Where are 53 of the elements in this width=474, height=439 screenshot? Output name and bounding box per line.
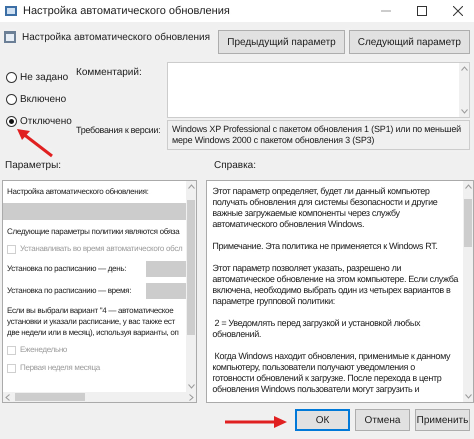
scroll-up-icon[interactable] bbox=[464, 184, 472, 189]
requirements-label: Требования к версии: bbox=[76, 124, 162, 137]
setting-title: Настройка автоматического обновления bbox=[22, 31, 212, 45]
scroll-up-icon[interactable] bbox=[188, 184, 195, 189]
parameter-text: Если вы выбрали вариант "4 — автоматическое установки и указали расписание, у вас также ест две недели или в месяц), используя варианты, оп bbox=[7, 305, 180, 338]
dropdown-field[interactable] bbox=[3, 203, 186, 220]
scrollbar-thumb[interactable] bbox=[15, 393, 85, 401]
help-paragraph: 2 = Уведомлять перед загрузкой и установкой любых обновлений. bbox=[212, 318, 422, 340]
scrollbar[interactable] bbox=[459, 63, 469, 117]
window-title: Настройка автоматического обновления bbox=[23, 4, 231, 19]
parameter-label: Установка по расписанию — день: bbox=[7, 263, 126, 275]
radio-option[interactable]: Не задано bbox=[6, 70, 76, 85]
help-paragraph: Этот параметр позволяет указать, разрешено ли автоматическое обновление на этом компьютере. Если служба включена, необходимо выбрать один из четырех вариантов в параметре групповой политики: bbox=[212, 263, 458, 307]
radio-icon[interactable] bbox=[6, 116, 17, 127]
scroll-right-icon[interactable] bbox=[189, 394, 194, 400]
help-paragraph: Этот параметр определяет, будет ли данный компьютер получать обновления для системы безопасности и другие важные загружаемые компоненты через службу автоматического обновления Windows. bbox=[212, 186, 438, 230]
radio-icon[interactable] bbox=[6, 94, 17, 105]
radio-icon[interactable] bbox=[6, 72, 17, 83]
help-label: Справка: bbox=[214, 158, 256, 172]
radio-option[interactable]: Отключено bbox=[6, 114, 76, 129]
dropdown-field[interactable] bbox=[146, 283, 186, 299]
parameter-text: Настройка автоматического обновления: bbox=[7, 186, 150, 197]
dialog-button[interactable]: ОК bbox=[295, 409, 350, 431]
maximize-icon[interactable] bbox=[417, 6, 427, 16]
horizontal-scrollbar[interactable] bbox=[3, 392, 196, 402]
requirements-text: Windows XP Professional с пакетом обновления 1 (SP1) или по меньшей мере Windows 2000 с пакетом обновления 3 (SP3) bbox=[171, 123, 462, 147]
scroll-down-icon[interactable] bbox=[188, 384, 195, 389]
nav-button[interactable]: Предыдущий параметр bbox=[218, 30, 345, 54]
radio-option[interactable]: Включено bbox=[6, 92, 76, 107]
scroll-up-icon[interactable] bbox=[460, 66, 468, 71]
window-icon bbox=[5, 6, 17, 16]
dialog-button[interactable]: Применить bbox=[415, 409, 470, 431]
arrow-drawing bbox=[224, 415, 288, 429]
scrollbar[interactable] bbox=[463, 181, 474, 402]
help-paragraph: Примечание. Эта политика не применяется к Windows RT. bbox=[212, 241, 439, 252]
close-icon[interactable] bbox=[453, 6, 463, 16]
scrollbar[interactable] bbox=[186, 181, 196, 392]
parameters-label: Параметры: bbox=[4, 158, 62, 172]
scrollbar-thumb[interactable] bbox=[187, 200, 196, 336]
dropdown-field[interactable] bbox=[146, 261, 186, 277]
nav-button[interactable]: Следующий параметр bbox=[348, 30, 470, 54]
scrollbar-thumb[interactable] bbox=[464, 198, 472, 248]
parameter-label: Установка по расписанию — время: bbox=[7, 285, 132, 297]
comment-field[interactable] bbox=[167, 62, 470, 118]
help-paragraph: Когда Windows находит обновления, применимые к данному компьютеру, пользователи получают уведомления о готовности обновлений к загрузке. После перехода в центр обновления Windows пользователи могут загрузить и bbox=[212, 351, 452, 395]
dialog-button[interactable]: Отмена bbox=[355, 409, 410, 431]
arrow-drawing bbox=[16, 128, 56, 158]
scroll-down-icon[interactable] bbox=[460, 109, 468, 114]
scroll-left-icon[interactable] bbox=[5, 394, 10, 400]
comment-label: Комментарий: bbox=[76, 66, 143, 80]
scroll-down-icon[interactable] bbox=[464, 394, 472, 399]
policy-icon bbox=[4, 31, 16, 43]
parameter-text: Следующие параметры политики являются обяза bbox=[7, 226, 181, 237]
